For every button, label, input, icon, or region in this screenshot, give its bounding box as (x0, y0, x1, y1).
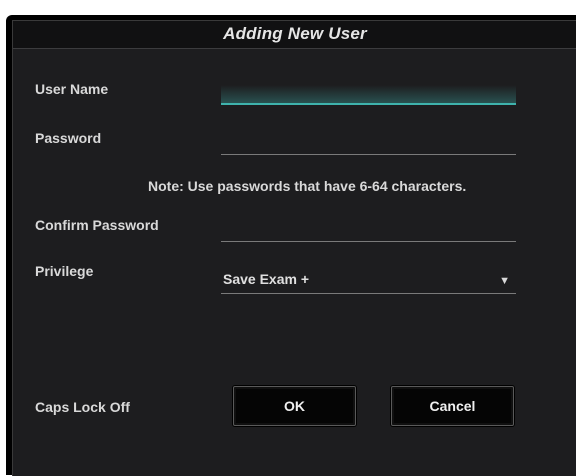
confirm-password-label: Confirm Password (35, 217, 159, 233)
confirm-password-input[interactable] (221, 217, 516, 242)
chevron-down-icon: ▼ (499, 275, 510, 287)
password-label: Password (35, 130, 102, 146)
password-note: Note: Use passwords that have 6-64 chara… (148, 178, 467, 194)
add-user-dialog: Adding New User User Name Password Note:… (12, 20, 576, 476)
password-input[interactable] (221, 130, 516, 155)
privilege-selected-value: Save Exam + (223, 271, 310, 287)
user-name-label: User Name (35, 81, 109, 97)
dialog-titlebar: Adding New User (13, 21, 576, 49)
user-name-input[interactable] (221, 85, 516, 105)
dialog-title: Adding New User (223, 24, 367, 43)
privilege-label: Privilege (35, 263, 94, 279)
caps-lock-status: Caps Lock Off (35, 399, 130, 415)
cancel-button[interactable]: Cancel (391, 386, 514, 426)
privilege-select[interactable]: Save Exam + ▼ (221, 271, 516, 294)
ok-button[interactable]: OK (233, 386, 356, 426)
